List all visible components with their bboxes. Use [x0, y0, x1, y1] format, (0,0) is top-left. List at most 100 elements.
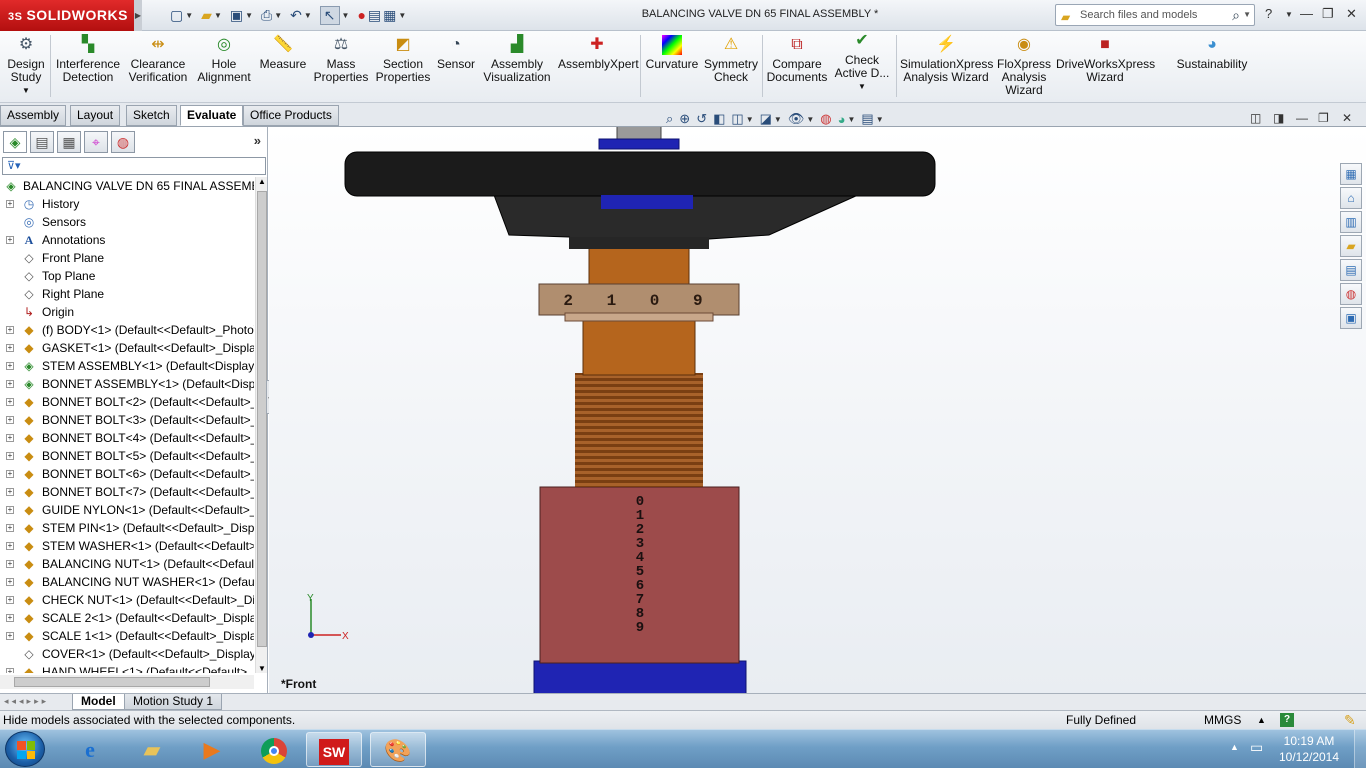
- tree-item[interactable]: + ◆ SCALE 2<1> (Default<<Default>_Display: [0, 609, 254, 627]
- notification-icon[interactable]: ✎: [1344, 711, 1356, 729]
- doc-minimize-icon[interactable]: —: [1296, 111, 1308, 125]
- file-properties-icon[interactable]: ▤: [368, 7, 381, 24]
- media-player-icon[interactable]: ▶: [184, 732, 240, 767]
- expand-icon[interactable]: +: [6, 488, 14, 496]
- expand-icon[interactable]: +: [6, 506, 14, 514]
- graphics-viewport[interactable]: 2 1 0 9 0123456789 Y X ▦ ⌂ ▥ ▰ ▤ ◍ ▣ *Fr…: [269, 127, 1366, 693]
- select-icon[interactable]: ↖: [319, 5, 340, 25]
- expand-icon[interactable]: +: [6, 614, 14, 622]
- interference-detection-button[interactable]: ▚ Interference Detection: [56, 35, 120, 84]
- tree-item[interactable]: + ◆ BONNET BOLT<4> (Default<<Default>_: [0, 429, 254, 447]
- hole-alignment-button[interactable]: ◎ Hole Alignment: [196, 35, 252, 84]
- tab-sketch[interactable]: Sketch: [126, 105, 177, 126]
- file-explorer-icon[interactable]: ▰: [1340, 235, 1362, 257]
- tree-item[interactable]: + ◆ BONNET BOLT<3> (Default<<Default>_: [0, 411, 254, 429]
- rebuild-icon[interactable]: ●: [357, 7, 365, 23]
- solidworks-taskbar-icon[interactable]: SW: [306, 732, 362, 767]
- expand-icon[interactable]: +: [6, 236, 14, 244]
- measure-button[interactable]: 📏 Measure: [258, 35, 308, 71]
- show-desktop-button[interactable]: [1354, 730, 1366, 769]
- tree-item[interactable]: ◇ Right Plane: [0, 285, 254, 303]
- show-hidden-icons-icon[interactable]: ▲: [1230, 742, 1239, 752]
- options-dropdown-icon[interactable]: ▼: [398, 11, 406, 20]
- apply-scene-dropdown-icon[interactable]: ▼: [847, 115, 855, 124]
- clock[interactable]: 10:19 AM 10/12/2014: [1264, 733, 1354, 765]
- tree-item[interactable]: + ◈ STEM ASSEMBLY<1> (Default<Display S: [0, 357, 254, 375]
- clearance-verification-button[interactable]: ⇹ Clearance Verification: [126, 35, 190, 84]
- check-active-document-button[interactable]: ✔ Check Active D... ▼: [832, 31, 892, 93]
- section-view-icon[interactable]: ◧: [713, 111, 725, 127]
- tree-item[interactable]: + ◆ BONNET BOLT<7> (Default<<Default>_: [0, 483, 254, 501]
- expand-icon[interactable]: +: [6, 416, 14, 424]
- tile-vertical-icon[interactable]: ◨: [1273, 111, 1284, 125]
- tree-item[interactable]: + ◈ BONNET ASSEMBLY<1> (Default<Displa: [0, 375, 254, 393]
- new-document-icon[interactable]: ▢: [170, 7, 183, 24]
- tree-item[interactable]: + ◆ BONNET BOLT<5> (Default<<Default>_: [0, 447, 254, 465]
- tree-item[interactable]: ↳ Origin: [0, 303, 254, 321]
- tree-item[interactable]: + A Annotations: [0, 231, 254, 249]
- menu-expand-arrow[interactable]: ▶: [134, 0, 142, 31]
- sustainability-button[interactable]: ◕ Sustainability: [1172, 35, 1252, 71]
- floxpress-button[interactable]: ◉ FloXpress Analysis Wizard: [996, 35, 1052, 97]
- tab-assembly[interactable]: Assembly: [0, 105, 67, 126]
- print-icon[interactable]: ⎙: [261, 7, 272, 24]
- scroll-thumb[interactable]: [257, 191, 267, 647]
- save-dropdown-icon[interactable]: ▼: [245, 11, 253, 20]
- configurationmanager-tab-icon[interactable]: ▦: [57, 131, 81, 153]
- view-settings-icon[interactable]: ▤: [861, 111, 873, 127]
- compare-documents-button[interactable]: ⧉ Compare Documents: [766, 35, 828, 84]
- tree-item[interactable]: + ◆ STEM WASHER<1> (Default<<Default>_: [0, 537, 254, 555]
- tree-item[interactable]: + ◆ BALANCING NUT<1> (Default<<Default: [0, 555, 254, 573]
- driveworksxpress-button[interactable]: ■ DriveWorksXpress Wizard: [1056, 35, 1155, 84]
- tree-root[interactable]: ◈ BALANCING VALVE DN 65 FINAL ASSEMBLY: [0, 177, 254, 195]
- units-up-icon[interactable]: ▲: [1257, 711, 1266, 729]
- undo-icon[interactable]: ↶: [290, 7, 302, 24]
- expand-icon[interactable]: +: [6, 434, 14, 442]
- save-icon[interactable]: ▣: [230, 7, 243, 24]
- assembly-visualization-button[interactable]: ▟ Assembly Visualization: [480, 35, 554, 84]
- tree-item[interactable]: ◇ Top Plane: [0, 267, 254, 285]
- design-study-button[interactable]: ⚙ Design Study ▼: [6, 35, 46, 97]
- tree-item[interactable]: + ◆ STEM PIN<1> (Default<<Default>_Displ: [0, 519, 254, 537]
- expand-icon[interactable]: +: [6, 668, 14, 673]
- displaymanager-tab-icon[interactable]: ◍: [111, 131, 135, 153]
- view-orientation-icon[interactable]: ◫: [731, 111, 743, 127]
- appearances-icon[interactable]: ◍: [1340, 283, 1362, 305]
- chrome-icon[interactable]: [246, 732, 302, 767]
- tree-item[interactable]: + ◷ History: [0, 195, 254, 213]
- featuremanager-tab-icon[interactable]: ◈: [3, 131, 27, 153]
- new-dropdown-icon[interactable]: ▼: [185, 11, 193, 20]
- solidworks-resources-icon[interactable]: ▦: [1340, 163, 1362, 185]
- expand-icon[interactable]: +: [6, 596, 14, 604]
- solidworks-logo[interactable]: 3S SOLIDWORKS: [0, 0, 134, 31]
- tree-item[interactable]: ◇ Front Plane: [0, 249, 254, 267]
- tree-vertical-scrollbar[interactable]: ▲ ▼: [255, 177, 267, 673]
- tree-item[interactable]: + ◆ GASKET<1> (Default<<Default>_Display: [0, 339, 254, 357]
- assemblyxpert-button[interactable]: ✚ AssemblyXpert: [558, 35, 639, 71]
- help-dropdown-icon[interactable]: ▼: [1285, 10, 1293, 19]
- minimize-icon[interactable]: —: [1300, 6, 1313, 21]
- previous-view-icon[interactable]: ↺: [696, 111, 707, 127]
- tree-filter-icon[interactable]: ⊽▾: [2, 157, 266, 175]
- expand-icon[interactable]: +: [6, 398, 14, 406]
- network-icon[interactable]: ▭: [1250, 739, 1263, 756]
- open-dropdown-icon[interactable]: ▼: [214, 11, 222, 20]
- options-icon[interactable]: ▦: [383, 7, 396, 24]
- tab-office-products[interactable]: Office Products: [243, 105, 339, 126]
- expand-icon[interactable]: +: [6, 200, 14, 208]
- undo-dropdown-icon[interactable]: ▼: [304, 11, 312, 20]
- doc-restore-icon[interactable]: ❐: [1318, 111, 1329, 125]
- edit-appearance-icon[interactable]: ◍: [820, 111, 831, 127]
- doc-close-icon[interactable]: ✕: [1342, 111, 1352, 125]
- mass-properties-button[interactable]: ⚖ Mass Properties: [312, 35, 370, 84]
- expand-icon[interactable]: +: [6, 380, 14, 388]
- tree-item[interactable]: ◇ COVER<1> (Default<<Default>_Display: [0, 645, 254, 663]
- tree-horizontal-scrollbar[interactable]: [0, 675, 254, 689]
- expand-icon[interactable]: +: [6, 326, 14, 334]
- start-button[interactable]: [5, 731, 45, 767]
- dimxpert-tab-icon[interactable]: ⌖: [84, 131, 108, 153]
- quick-tips-icon[interactable]: ?: [1280, 713, 1294, 727]
- expand-icon[interactable]: +: [6, 542, 14, 550]
- view-palette-icon[interactable]: ▤: [1340, 259, 1362, 281]
- search-dropdown-icon[interactable]: ▼: [1243, 5, 1251, 25]
